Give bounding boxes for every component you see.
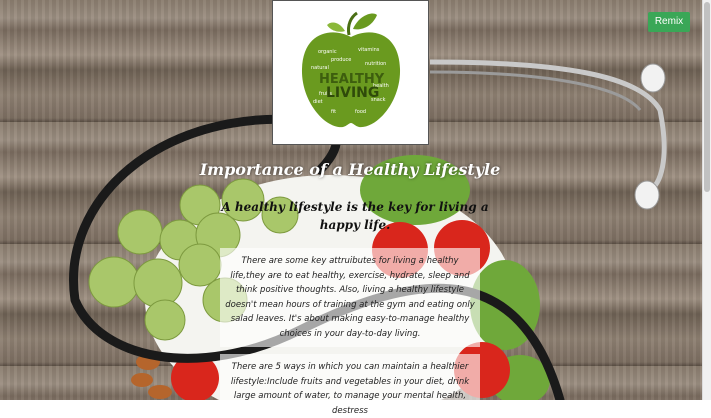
logo-word: organic: [318, 49, 337, 55]
logo-word: fit: [331, 109, 336, 115]
logo-word: produce: [331, 57, 351, 63]
paragraph-key-attributes: There are some key attruibutes for livin…: [220, 248, 480, 347]
apple-icon: organic vitamins produce natural nutriti…: [301, 11, 401, 128]
logo-word: food: [355, 109, 366, 115]
logo-living-text: LIVING: [326, 85, 379, 101]
earpiece-bottom: [634, 180, 660, 210]
logo-word: nutrition: [365, 61, 386, 67]
page-title: Importance of a Healthy Lifestyle: [199, 160, 501, 179]
paragraph-five-ways: There are 5 ways in which you can mainta…: [220, 354, 480, 416]
logo-word: diet: [313, 99, 323, 105]
logo-word: vitamins: [358, 47, 380, 53]
earpiece-top: [640, 63, 666, 93]
vertical-scrollbar[interactable]: [702, 0, 711, 400]
logo-word: natural: [311, 65, 329, 71]
scrollbar-thumb[interactable]: [704, 2, 710, 192]
healthy-living-logo: organic vitamins produce natural nutriti…: [272, 0, 429, 145]
page-subtitle: A healthy lifestyle is the key for livin…: [221, 200, 489, 232]
remix-button[interactable]: Remix: [648, 12, 690, 32]
